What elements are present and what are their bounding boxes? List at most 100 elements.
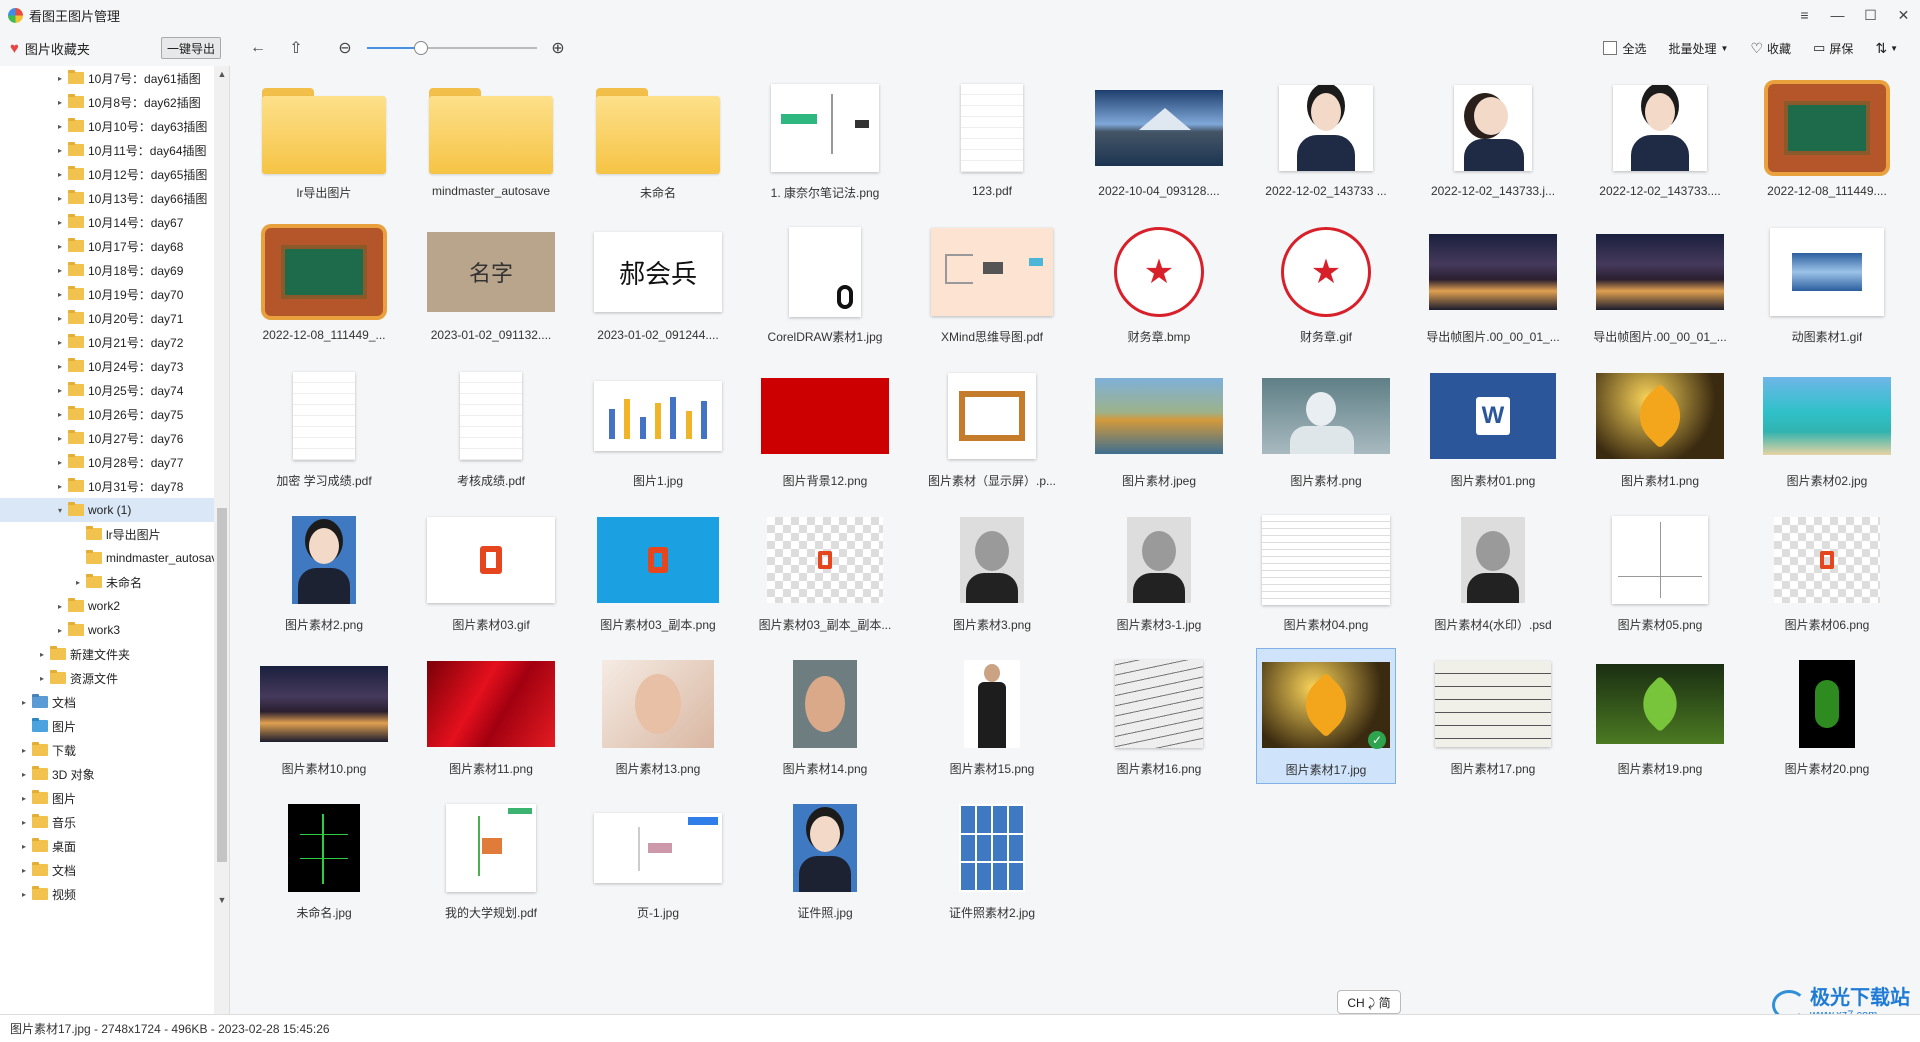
expand-right-icon[interactable]: ▸ <box>18 842 30 851</box>
maximize-button[interactable]: ☐ <box>1854 0 1887 30</box>
file-thumbnail[interactable]: 图片素材2.png <box>254 504 394 640</box>
tree-item[interactable]: ▸ 图片 <box>0 786 214 810</box>
tree-item[interactable]: ▸ 未命名 <box>0 570 214 594</box>
back-arrow-icon[interactable]: ← <box>247 37 269 59</box>
expand-right-icon[interactable]: ▸ <box>36 650 48 659</box>
expand-right-icon[interactable]: ▸ <box>54 146 66 155</box>
file-thumbnail[interactable]: 2022-12-08_111449.... <box>1757 72 1897 208</box>
expand-right-icon[interactable]: ▸ <box>54 266 66 275</box>
folder-item[interactable]: mindmaster_autosave <box>421 72 561 208</box>
expand-right-icon[interactable]: ▸ <box>54 338 66 347</box>
file-thumbnail[interactable]: 证件照.jpg <box>755 792 895 928</box>
file-thumbnail[interactable]: 未命名.jpg <box>254 792 394 928</box>
expand-right-icon[interactable]: ▸ <box>54 410 66 419</box>
minimize-button[interactable]: — <box>1821 0 1854 30</box>
file-thumbnail[interactable]: XMind思维导图.pdf <box>922 216 1062 352</box>
tree-item[interactable]: ▸ 10月10号：day63插图 <box>0 114 214 138</box>
zoom-in-icon[interactable]: ⊕ <box>547 37 569 59</box>
select-all-toggle[interactable]: 全选 <box>1602 40 1647 57</box>
file-thumbnail[interactable]: 我的大学规划.pdf <box>421 792 561 928</box>
tree-item[interactable]: lr导出图片 <box>0 522 214 546</box>
file-thumbnail[interactable]: 页-1.jpg <box>588 792 728 928</box>
file-thumbnail[interactable]: 导出帧图片.00_00_01_... <box>1423 216 1563 352</box>
file-thumbnail[interactable]: 123.pdf <box>922 72 1062 208</box>
expand-down-icon[interactable]: ▾ <box>54 506 66 515</box>
menu-icon[interactable]: ≡ <box>1788 0 1821 30</box>
file-thumbnail[interactable]: 图片素材（显示屏）.p... <box>922 360 1062 496</box>
file-thumbnail[interactable]: 图片素材1.png <box>1590 360 1730 496</box>
tree-item[interactable]: ▸ 桌面 <box>0 834 214 858</box>
expand-right-icon[interactable]: ▸ <box>18 746 30 755</box>
tree-item[interactable]: ▸ 10月27号：day76 <box>0 426 214 450</box>
file-thumbnail[interactable]: 郝会兵 2023-01-02_091244.... <box>588 216 728 352</box>
zoom-slider-knob[interactable] <box>414 41 429 55</box>
file-thumbnail[interactable]: 图片素材05.png <box>1590 504 1730 640</box>
file-thumbnail[interactable]: 图片素材15.png <box>922 648 1062 784</box>
tree-item[interactable]: ▸ 10月28号：day77 <box>0 450 214 474</box>
up-folder-icon[interactable]: ⇧ <box>285 37 307 59</box>
export-button[interactable]: 一键导出 <box>161 37 221 59</box>
expand-right-icon[interactable]: ▸ <box>18 770 30 779</box>
expand-right-icon[interactable]: ▸ <box>54 314 66 323</box>
file-thumbnail[interactable]: 图片素材10.png <box>254 648 394 784</box>
expand-right-icon[interactable]: ▸ <box>54 626 66 635</box>
close-button[interactable]: ✕ <box>1887 0 1920 30</box>
zoom-slider[interactable] <box>367 41 537 55</box>
file-thumbnail[interactable]: 图片素材14.png <box>755 648 895 784</box>
file-thumbnail[interactable]: 图片素材20.png <box>1757 648 1897 784</box>
file-thumbnail[interactable]: 图片背景12.png <box>755 360 895 496</box>
expand-right-icon[interactable]: ▸ <box>18 698 30 707</box>
scroll-up-icon[interactable]: ▲ <box>214 66 229 82</box>
collect-button[interactable]: ♡ 收藏 <box>1750 40 1791 57</box>
tree-item[interactable]: mindmaster_autosave <box>0 546 224 570</box>
file-thumbnail[interactable]: 图片素材4(水印）.psd <box>1423 504 1563 640</box>
tree-item[interactable]: ▸ 10月18号：day69 <box>0 258 214 282</box>
tree-item[interactable]: ▸ work2 <box>0 594 214 618</box>
tree-item[interactable]: ▸ 10月25号：day74 <box>0 378 214 402</box>
file-thumbnail[interactable]: 图片素材03_副本_副本... <box>755 504 895 640</box>
file-thumbnail[interactable]: 1. 康奈尔笔记法.png <box>755 72 895 208</box>
tree-item[interactable]: ▸ 10月17号：day68 <box>0 234 214 258</box>
tree-item[interactable]: ▸ 文档 <box>0 690 214 714</box>
file-thumbnail[interactable]: 2022-12-02_143733.j... <box>1423 72 1563 208</box>
expand-right-icon[interactable]: ▸ <box>36 674 48 683</box>
file-thumbnail[interactable]: 证件照素材2.jpg <box>922 792 1062 928</box>
tree-scrollbar[interactable]: ▲ ▼ <box>214 66 229 1014</box>
file-thumbnail[interactable]: 考核成绩.pdf <box>421 360 561 496</box>
fullscreen-button[interactable]: ▭ 屏保 <box>1813 40 1853 57</box>
tree-item[interactable]: ▸ 文档 <box>0 858 214 882</box>
tree-item[interactable]: ▸ 10月20号：day71 <box>0 306 214 330</box>
expand-right-icon[interactable]: ▸ <box>54 386 66 395</box>
expand-right-icon[interactable]: ▸ <box>18 794 30 803</box>
expand-right-icon[interactable]: ▸ <box>18 890 30 899</box>
tree-item[interactable]: ▸ 3D 对象 <box>0 762 214 786</box>
expand-right-icon[interactable]: ▸ <box>54 218 66 227</box>
tree-item[interactable]: ▸ 10月14号：day67 <box>0 210 214 234</box>
file-thumbnail[interactable]: 图片素材02.jpg <box>1757 360 1897 496</box>
file-thumbnail[interactable]: 图片素材13.png <box>588 648 728 784</box>
expand-right-icon[interactable]: ▸ <box>54 458 66 467</box>
file-thumbnail[interactable]: ✓ 图片素材17.jpg <box>1256 648 1396 784</box>
file-thumbnail[interactable]: 图片素材19.png <box>1590 648 1730 784</box>
tree-item[interactable]: ▸ 音乐 <box>0 810 214 834</box>
file-thumbnail[interactable]: 名字 2023-01-02_091132.... <box>421 216 561 352</box>
file-thumbnail[interactable]: W 图片素材01.png <box>1423 360 1563 496</box>
tree-item[interactable]: ▸ 视频 <box>0 882 214 906</box>
tree-item[interactable]: ▸ 10月21号：day72 <box>0 330 214 354</box>
file-thumbnail[interactable]: 动图素材1.gif <box>1757 216 1897 352</box>
expand-right-icon[interactable]: ▸ <box>54 602 66 611</box>
file-thumbnail[interactable]: 图片素材03_副本.png <box>588 504 728 640</box>
expand-right-icon[interactable]: ▸ <box>54 362 66 371</box>
tree-item[interactable]: ▸ 10月11号：day64插图 <box>0 138 214 162</box>
file-thumbnail[interactable]: 图片素材17.png <box>1423 648 1563 784</box>
file-thumbnail[interactable]: 图片素材06.png <box>1757 504 1897 640</box>
file-thumbnail[interactable]: 2022-12-02_143733.... <box>1590 72 1730 208</box>
ime-indicator[interactable]: CH ⤸ 简 <box>1337 990 1401 1014</box>
folder-item[interactable]: 未命名 <box>588 72 728 208</box>
scroll-down-icon[interactable]: ▼ <box>214 892 229 908</box>
folder-item[interactable]: lr导出图片 <box>254 72 394 208</box>
expand-right-icon[interactable]: ▸ <box>54 170 66 179</box>
expand-right-icon[interactable]: ▸ <box>54 74 66 83</box>
expand-right-icon[interactable]: ▸ <box>18 818 30 827</box>
file-thumbnail[interactable]: 2022-10-04_093128.... <box>1089 72 1229 208</box>
